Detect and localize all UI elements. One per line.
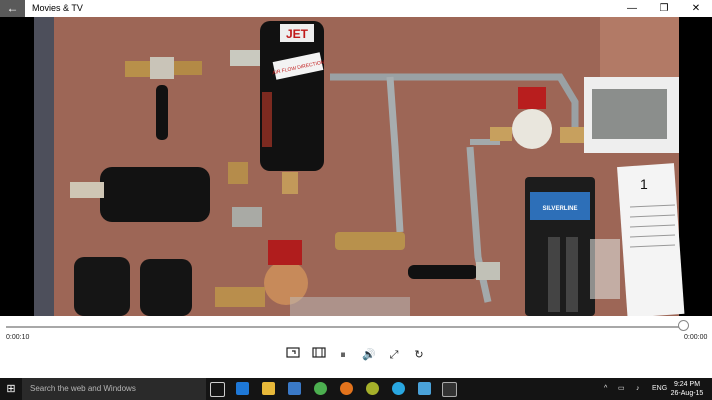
app-icon[interactable] (366, 382, 379, 395)
maximize-button[interactable]: ❐ (648, 0, 680, 17)
taskbar: ⊞ Search the web and Windows ^ ▭ ♪ ENG 9… (0, 378, 712, 400)
volume-icon: 🔊 (362, 349, 376, 361)
valve-handle (408, 265, 478, 279)
gauge-dial (512, 109, 552, 149)
firefox-icon[interactable] (340, 382, 353, 395)
aspect-ratio-icon (312, 347, 326, 358)
windows-logo-icon: ⊞ (6, 383, 16, 395)
remaining-time: 0:00:00 (684, 334, 708, 341)
video-frame[interactable]: JET AIR FLOW DIRECTION SILVERLINE 1 (0, 17, 712, 316)
repeat-button[interactable]: ↻ (410, 347, 428, 363)
volume-button[interactable]: 🔊 (360, 347, 378, 363)
clock[interactable]: 9:24 PM 26-Aug-15 (668, 380, 706, 398)
file-explorer-icon[interactable] (262, 382, 275, 395)
seek-bar[interactable] (6, 326, 684, 328)
back-arrow-icon: ← (6, 1, 19, 15)
app-title: Movies & TV (32, 3, 83, 13)
search-box[interactable]: Search the web and Windows (22, 378, 206, 400)
black-cylinder (100, 167, 210, 222)
repeat-icon: ↻ (414, 349, 424, 361)
app-icon-2[interactable] (418, 382, 431, 395)
maximize-icon: ❐ (659, 3, 669, 14)
language-indicator[interactable]: ENG (652, 378, 667, 400)
instruction-number: 1 (640, 176, 648, 192)
fullscreen-button[interactable]: ⤢ (385, 347, 403, 363)
cast-button[interactable] (284, 347, 302, 363)
playback-controls: 0:00:10 0:00:00 ⏸ 🔊 ⤢ ↻ (0, 316, 712, 378)
minimize-button[interactable]: — (616, 0, 648, 17)
pause-icon: ⏸ (340, 349, 346, 361)
aspect-ratio-button[interactable] (310, 347, 328, 363)
chrome-icon[interactable] (314, 382, 327, 395)
packaging-label: SILVERLINE (543, 206, 578, 212)
task-view-icon[interactable] (210, 382, 225, 397)
store-icon[interactable] (288, 382, 301, 395)
seek-thumb[interactable] (678, 320, 689, 331)
close-icon: ✕ (691, 3, 701, 14)
network-icon[interactable]: ▭ (618, 378, 625, 400)
fitting (230, 50, 260, 66)
pause-button[interactable]: ⏸ (334, 347, 352, 363)
start-button[interactable]: ⊞ (0, 378, 22, 400)
video-scene: JET AIR FLOW DIRECTION SILVERLINE 1 (0, 17, 712, 316)
volume-tray-icon[interactable]: ♪ (636, 378, 640, 400)
movies-tv-taskbar-icon[interactable] (442, 382, 457, 397)
instruction-sheet (617, 163, 685, 316)
edge-icon[interactable] (236, 382, 249, 395)
clock-date: 26-Aug-15 (670, 390, 704, 397)
fullscreen-icon: ⤢ (389, 349, 399, 361)
elapsed-time: 0:00:10 (6, 334, 30, 341)
jet-brand-label: JET (286, 27, 309, 41)
close-button[interactable]: ✕ (680, 0, 712, 17)
tray-caret-icon[interactable]: ^ (604, 378, 607, 400)
back-button[interactable]: ← (0, 0, 25, 17)
skype-icon[interactable] (392, 382, 405, 395)
minimize-icon: — (627, 3, 637, 14)
clock-time: 9:24 PM (673, 381, 701, 388)
title-bar: ← Movies & TV — ❐ ✕ (0, 0, 712, 17)
cast-icon (286, 347, 300, 358)
